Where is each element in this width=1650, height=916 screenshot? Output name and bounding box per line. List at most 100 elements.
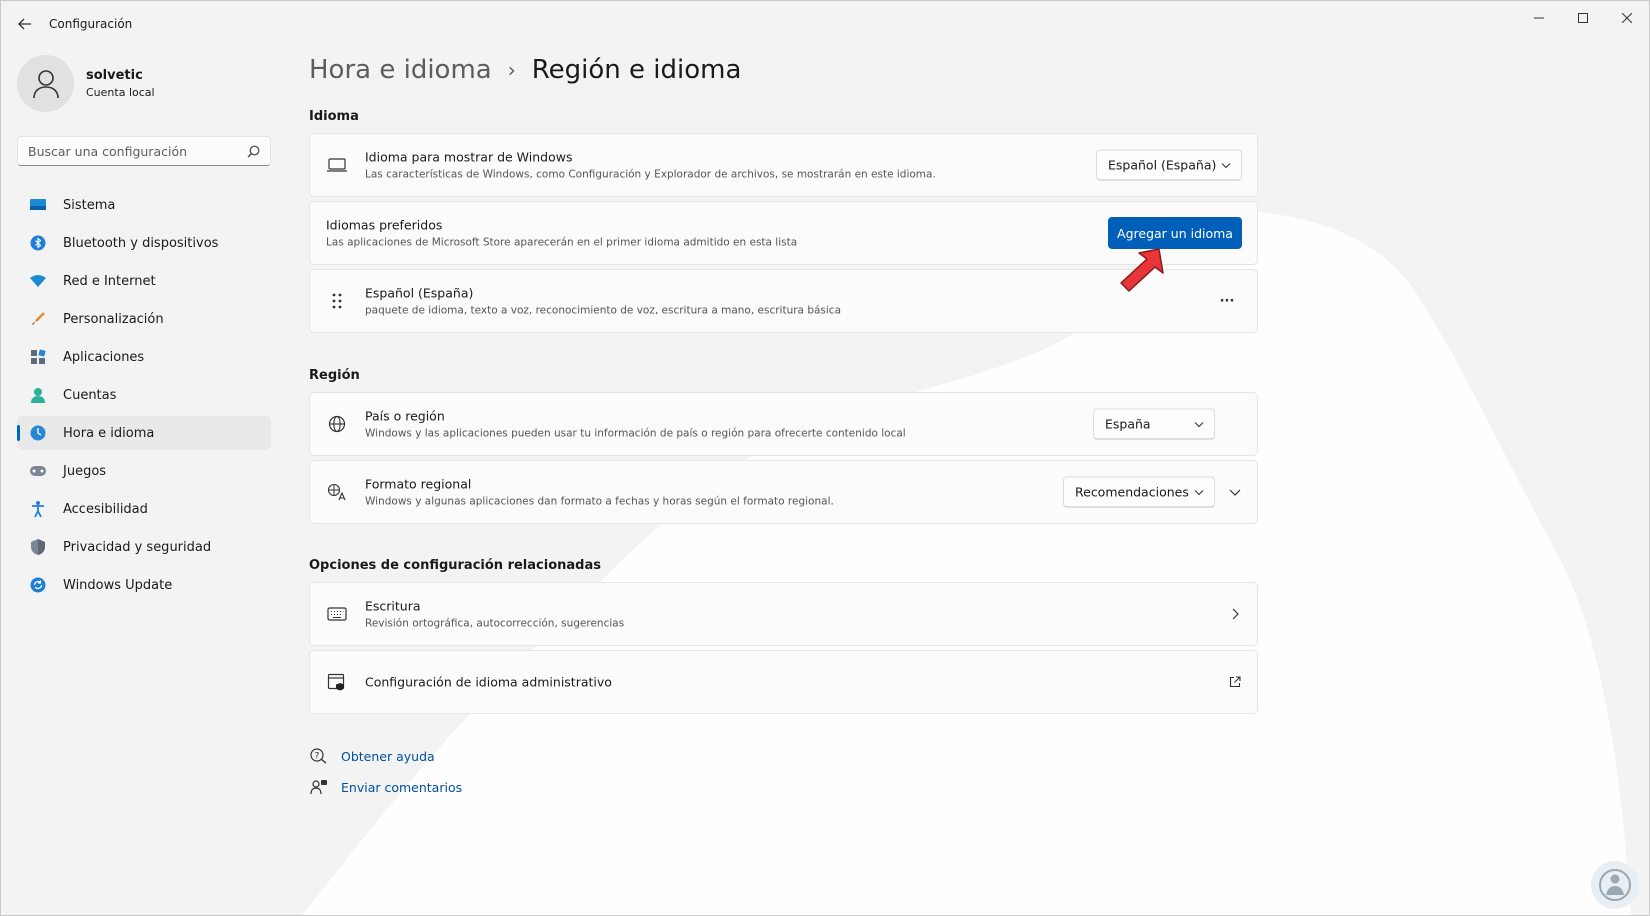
admin-settings-icon [326, 671, 348, 693]
display-language-title: Idioma para mostrar de Windows [365, 149, 573, 165]
country-region-desc: Windows y las aplicaciones pueden usar t… [365, 427, 906, 440]
breadcrumb: Hora e idioma › Región e idioma [309, 55, 741, 85]
bluetooth-icon [27, 232, 49, 254]
language-item-card: Español (España) paquete de idioma, text… [309, 269, 1258, 333]
help-link-row: ? Obtener ayuda [309, 746, 435, 766]
feedback-link-row: Enviar comentarios [309, 777, 462, 797]
display-language-card: Idioma para mostrar de Windows Las carac… [309, 133, 1258, 197]
regional-format-title: Formato regional [365, 476, 472, 492]
sidebar-item-label: Accesibilidad [63, 501, 148, 517]
country-dropdown[interactable]: España [1093, 408, 1215, 440]
gamepad-icon [27, 460, 49, 482]
sidebar-item-label: Personalización [63, 311, 164, 327]
feedback-icon [309, 777, 329, 797]
typing-settings-card[interactable]: Escritura Revisión ortográfica, autocorr… [309, 582, 1258, 646]
watermark-logo [1591, 861, 1639, 909]
preferred-languages-card: Idiomas preferidos Las aplicaciones de M… [309, 201, 1258, 265]
sidebar-item-personalizacion[interactable]: Personalización [17, 302, 271, 336]
sidebar-item-bluetooth[interactable]: Bluetooth y dispositivos [17, 226, 271, 260]
sidebar-item-label: Sistema [63, 197, 116, 213]
title-bar: Configuración [1, 1, 1649, 47]
sidebar-item-label: Privacidad y seguridad [63, 539, 212, 555]
get-help-link[interactable]: Obtener ayuda [341, 749, 435, 764]
chevron-down-icon [1221, 162, 1231, 168]
sidebar-item-label: Bluetooth y dispositivos [63, 235, 219, 251]
display-language-value: Español (España) [1108, 157, 1217, 173]
display-language-dropdown[interactable]: Español (España) [1096, 149, 1242, 181]
regional-format-desc: Windows y algunas aplicaciones dan forma… [365, 495, 834, 508]
sidebar-item-privacidad[interactable]: Privacidad y seguridad [17, 530, 271, 564]
send-feedback-link[interactable]: Enviar comentarios [341, 780, 462, 795]
sidebar-item-label: Hora e idioma [63, 425, 155, 441]
page-title: Región e idioma [531, 55, 742, 85]
regional-format-icon [326, 481, 348, 503]
more-options-button[interactable]: ··· [1213, 287, 1241, 315]
section-title-language: Idioma [309, 109, 359, 124]
sidebar-item-hora-idioma[interactable]: Hora e idioma [17, 416, 271, 450]
minimize-button[interactable] [1517, 1, 1561, 35]
admin-language-title: Configuración de idioma administrativo [365, 674, 612, 690]
regional-format-value: Recomendaciones [1075, 484, 1189, 500]
user-icon [32, 69, 59, 98]
sidebar-item-sistema[interactable]: Sistema [17, 188, 271, 222]
typing-desc: Revisión ortográfica, autocorrección, su… [365, 617, 625, 630]
country-region-card: País o región Windows y las aplicaciones… [309, 392, 1258, 456]
expand-button[interactable] [1221, 478, 1249, 506]
help-icon: ? [309, 746, 329, 766]
time-language-icon [27, 422, 49, 444]
close-icon [1622, 13, 1632, 23]
drag-handle-icon[interactable] [326, 290, 348, 312]
sidebar-item-label: Windows Update [63, 577, 173, 593]
sidebar-item-label: Aplicaciones [63, 349, 145, 365]
more-icon: ··· [1219, 293, 1235, 309]
sidebar-item-accesibilidad[interactable]: Accesibilidad [17, 492, 271, 526]
settings-window: Configuración solvetic Cuenta local Busc… [0, 0, 1650, 916]
system-icon [27, 194, 49, 216]
maximize-icon [1578, 13, 1588, 23]
user-profile[interactable]: solvetic Cuenta local [17, 55, 155, 112]
sidebar-item-aplicaciones[interactable]: Aplicaciones [17, 340, 271, 374]
sidebar-item-windows-update[interactable]: Windows Update [17, 568, 271, 602]
svg-text:?: ? [315, 752, 320, 762]
search-box[interactable] [17, 136, 271, 166]
back-button[interactable] [11, 13, 39, 35]
chevron-right-icon [1221, 600, 1249, 628]
breadcrumb-separator: › [507, 58, 516, 82]
back-arrow-icon [18, 18, 31, 30]
brush-icon [27, 308, 49, 330]
preferred-languages-title: Idiomas preferidos [326, 217, 443, 233]
country-region-title: País o región [365, 408, 445, 424]
sidebar-item-juegos[interactable]: Juegos [17, 454, 271, 488]
accounts-icon [27, 384, 49, 406]
breadcrumb-parent[interactable]: Hora e idioma [309, 55, 492, 85]
globe-icon [326, 413, 348, 435]
section-title-region: Región [309, 368, 360, 383]
language-item-desc: paquete de idioma, texto a voz, reconoci… [365, 304, 842, 317]
keyboard-icon [326, 603, 348, 625]
accessibility-icon [27, 498, 49, 520]
close-button[interactable] [1605, 1, 1649, 35]
external-link-icon [1221, 668, 1249, 696]
sidebar-item-label: Juegos [63, 463, 107, 479]
admin-language-card[interactable]: Configuración de idioma administrativo [309, 650, 1258, 714]
sidebar-item-cuentas[interactable]: Cuentas [17, 378, 271, 412]
apps-icon [27, 346, 49, 368]
sidebar-nav: Sistema Bluetooth y dispositivos Red e I… [17, 188, 271, 606]
maximize-button[interactable] [1561, 1, 1605, 35]
shield-icon [27, 536, 49, 558]
sidebar-item-red[interactable]: Red e Internet [17, 264, 271, 298]
chevron-down-icon [1194, 489, 1204, 495]
preferred-languages-desc: Las aplicaciones de Microsoft Store apar… [326, 236, 798, 249]
add-language-button[interactable]: Agregar un idioma [1108, 217, 1242, 249]
sidebar-item-label: Red e Internet [63, 273, 156, 289]
watermark-person-icon [1599, 869, 1631, 901]
minimize-icon [1534, 17, 1544, 19]
regional-format-card: Formato regional Windows y algunas aplic… [309, 460, 1258, 524]
search-input[interactable] [28, 143, 247, 159]
wifi-icon [27, 270, 49, 292]
section-title-related: Opciones de configuración relacionadas [309, 558, 601, 573]
country-value: España [1105, 416, 1151, 432]
profile-account-type: Cuenta local [86, 86, 155, 99]
search-icon [247, 145, 260, 157]
regional-format-dropdown[interactable]: Recomendaciones [1063, 476, 1215, 508]
